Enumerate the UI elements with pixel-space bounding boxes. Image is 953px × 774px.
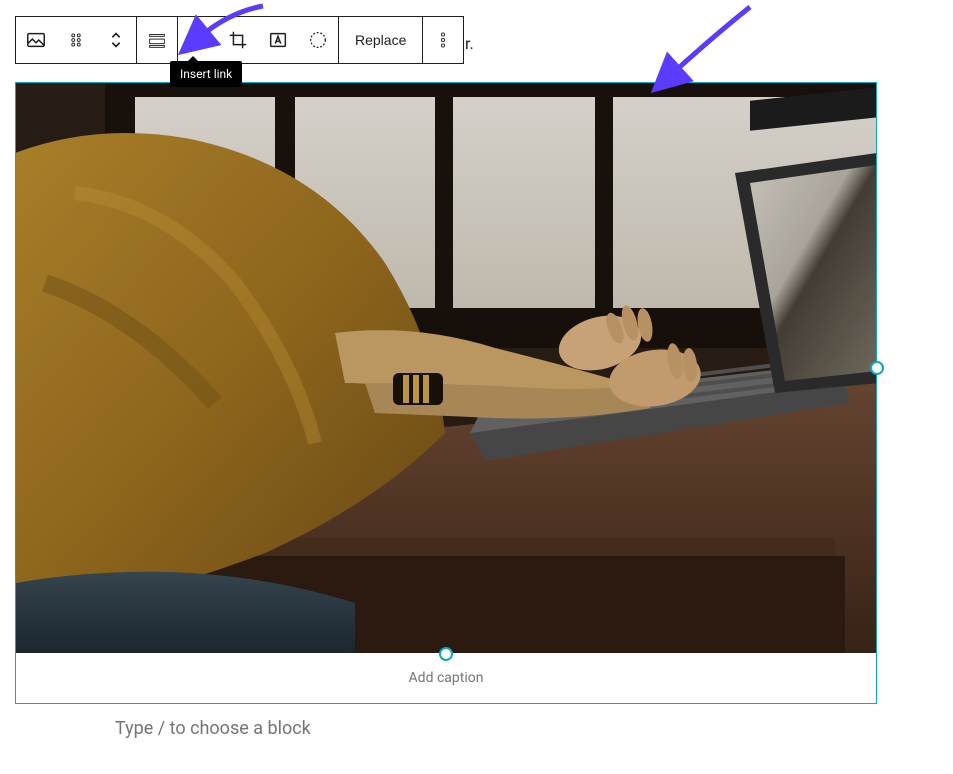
image-block-selected[interactable]: Add caption xyxy=(15,82,877,704)
background-text: r. xyxy=(465,34,474,53)
image-block-icon[interactable] xyxy=(16,17,56,63)
move-updown-icon[interactable] xyxy=(96,17,136,63)
resize-handle-bottom[interactable] xyxy=(439,647,453,661)
drag-handle-icon[interactable] xyxy=(56,17,96,63)
duotone-icon[interactable] xyxy=(298,17,338,63)
resize-handle-right[interactable] xyxy=(870,361,884,375)
image-content[interactable] xyxy=(16,83,876,653)
block-appender-prompt[interactable]: Type / to choose a block xyxy=(115,718,875,739)
annotation-arrow-image xyxy=(665,5,755,80)
annotation-arrow-link xyxy=(195,4,265,44)
align-icon[interactable] xyxy=(137,17,177,63)
more-options-icon[interactable] xyxy=(423,17,463,63)
caption-placeholder: Add caption xyxy=(409,670,484,686)
replace-button[interactable]: Replace xyxy=(339,17,422,63)
tooltip-insert-link: Insert link xyxy=(170,61,242,87)
